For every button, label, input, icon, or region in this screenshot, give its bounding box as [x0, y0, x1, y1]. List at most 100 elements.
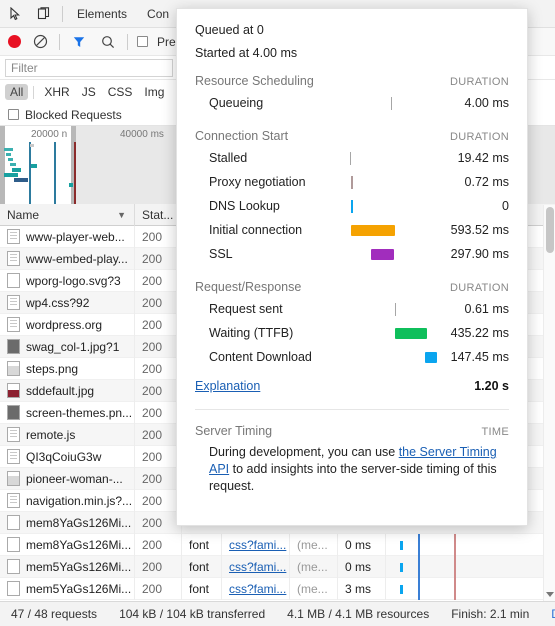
- file-type-icon: [7, 317, 20, 332]
- overview-left-handle[interactable]: [0, 126, 5, 204]
- scroll-down-arrow-icon[interactable]: [546, 592, 554, 597]
- table-row[interactable]: mem8YaGs126Mi... 200 font css?fami... (me...…: [0, 533, 555, 556]
- sort-desc-icon: ▼: [117, 209, 126, 220]
- file-type-icon: [7, 449, 20, 464]
- chip-all[interactable]: All: [5, 84, 29, 100]
- overview-tick-2: 40000 ms: [120, 129, 164, 140]
- request-name-cell[interactable]: sddefault.jpg: [0, 379, 135, 402]
- overview-tick-1: 20000 n: [31, 129, 68, 140]
- request-name-cell[interactable]: steps.png: [0, 357, 135, 380]
- cursor-select-icon[interactable]: [6, 4, 26, 24]
- request-name-cell[interactable]: pioneer-woman-...: [0, 467, 135, 490]
- timing-track: [347, 321, 431, 345]
- timing-value: 0: [502, 199, 509, 213]
- request-name-label: www-embed-play...: [26, 251, 128, 266]
- status-transferred: 104 kB / 104 kB transferred: [119, 607, 266, 621]
- request-name-cell[interactable]: swag_col-1.jpg?1: [0, 335, 135, 358]
- request-name-cell[interactable]: remote.js: [0, 423, 135, 446]
- file-type-icon: [7, 273, 20, 288]
- request-status-cell: 200: [135, 423, 182, 446]
- chip-xhr[interactable]: XHR: [39, 84, 74, 100]
- record-icon[interactable]: [8, 35, 21, 48]
- request-name-cell[interactable]: wp4.css?92: [0, 291, 135, 314]
- preserve-log-checkbox[interactable]: [137, 36, 148, 47]
- timing-label: Waiting (TTFB): [209, 326, 294, 340]
- clear-icon[interactable]: [30, 32, 50, 52]
- file-type-icon: [7, 537, 20, 552]
- request-initiator-cell[interactable]: css?fami...: [222, 533, 290, 556]
- request-name-cell[interactable]: mem5YaGs126Mi...: [0, 577, 135, 600]
- timing-bar: [394, 303, 397, 316]
- timing-bar: [351, 176, 353, 189]
- timing-row-initial-connection: Initial connection 593.52 ms: [195, 218, 509, 242]
- chip-js[interactable]: JS: [77, 84, 101, 100]
- request-name-cell[interactable]: www-player-web...: [0, 225, 135, 248]
- request-initiator-cell[interactable]: css?fami...: [222, 555, 290, 578]
- table-row[interactable]: mem5YaGs126Mi... 200 font css?fami... (me...…: [0, 555, 555, 578]
- column-header-name[interactable]: Name ▼: [0, 203, 135, 226]
- chip-img[interactable]: Img: [139, 84, 169, 100]
- timing-label: DNS Lookup: [209, 199, 280, 213]
- request-name-cell[interactable]: screen-themes.pn...: [0, 401, 135, 424]
- request-name-cell[interactable]: mem5YaGs126Mi...: [0, 555, 135, 578]
- timing-label: SSL: [209, 247, 233, 261]
- timing-track: [347, 146, 431, 170]
- request-status-cell: 200: [135, 225, 182, 248]
- filter-icon[interactable]: [69, 32, 89, 52]
- timing-bar: [425, 352, 437, 363]
- request-name-cell[interactable]: navigation.min.js?...: [0, 489, 135, 512]
- request-status-cell: 200: [135, 379, 182, 402]
- scrollbar-thumb[interactable]: [546, 207, 554, 253]
- tab-elements[interactable]: Elements: [71, 7, 133, 21]
- request-waterfall-cell[interactable]: [386, 533, 555, 556]
- blocked-requests-checkbox[interactable]: [8, 109, 19, 120]
- search-icon[interactable]: [98, 32, 118, 52]
- timing-bar: [394, 328, 427, 339]
- request-name-label: swag_col-1.jpg?1: [26, 339, 120, 354]
- preserve-log-label: Pre: [157, 34, 176, 49]
- file-type-icon: [7, 405, 20, 420]
- timing-bar: [390, 97, 393, 110]
- tab-console[interactable]: Con: [141, 7, 175, 21]
- queued-at-text: Queued at 0: [195, 23, 264, 37]
- column-header-status[interactable]: Stat...: [135, 203, 182, 226]
- request-initiator-cell[interactable]: css?fami...: [222, 577, 290, 600]
- status-dom: DOM: [540, 607, 555, 621]
- device-toolbar-icon[interactable]: [34, 4, 54, 24]
- explanation-link[interactable]: Explanation: [195, 379, 474, 393]
- waterfall-dcl-line: [418, 555, 420, 578]
- requests-scrollbar[interactable]: [543, 205, 555, 601]
- request-name-cell[interactable]: www-embed-play...: [0, 247, 135, 270]
- section-connection-start: Connection Start DURATION: [195, 129, 509, 143]
- request-name-cell[interactable]: mem8YaGs126Mi...: [0, 511, 135, 534]
- timing-value: 0.61 ms: [464, 302, 509, 316]
- action-divider-1: [59, 33, 60, 50]
- request-waterfall-cell[interactable]: [386, 555, 555, 578]
- timing-label: Queueing: [209, 96, 264, 110]
- timing-value: 593.52 ms: [450, 223, 509, 237]
- request-status-cell: 200: [135, 577, 182, 600]
- timing-track: [347, 194, 431, 218]
- table-row[interactable]: mem5YaGs126Mi... 200 font css?fami... (me...…: [0, 577, 555, 600]
- request-name-cell[interactable]: wporg-logo.svg?3: [0, 269, 135, 292]
- timing-label: Request sent: [209, 302, 283, 316]
- file-type-icon: [7, 251, 20, 266]
- request-name-cell[interactable]: QI3qCoiuG3w: [0, 445, 135, 468]
- chip-css[interactable]: CSS: [103, 84, 138, 100]
- request-waterfall-cell[interactable]: [386, 577, 555, 600]
- timing-label: Content Download: [209, 350, 312, 364]
- timing-track: [347, 297, 431, 321]
- request-name-cell[interactable]: mem8YaGs126Mi...: [0, 533, 135, 556]
- timing-value: 297.90 ms: [450, 247, 509, 261]
- filter-input[interactable]: Filter: [5, 58, 173, 77]
- request-type-cell: font: [182, 555, 222, 578]
- timing-label: Proxy negotiation: [209, 175, 306, 189]
- waterfall-bar: [400, 540, 403, 550]
- chip-divider: [33, 85, 35, 99]
- request-name-cell[interactable]: wordpress.org: [0, 313, 135, 336]
- request-timing-popup: Queued at 0 Started at 4.00 ms Resource …: [176, 8, 528, 526]
- file-type-icon: [7, 339, 20, 354]
- waterfall-dcl-line: [418, 577, 420, 600]
- overview-request-mark: [31, 164, 37, 168]
- request-name-label: remote.js: [26, 427, 76, 442]
